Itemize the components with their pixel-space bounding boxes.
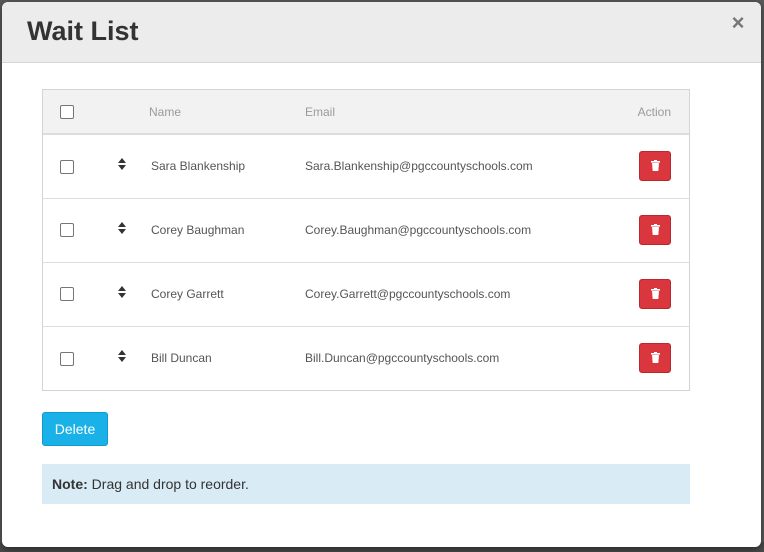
row-name: Corey Garrett: [151, 287, 224, 301]
row-checkbox[interactable]: [60, 223, 74, 238]
wait-list-dialog: Wait List × Name Email Action Sara Blank…: [2, 2, 761, 547]
table-row[interactable]: Corey Baughman Corey.Baughman@pgccountys…: [43, 198, 689, 262]
email-column-header: Email: [305, 104, 336, 119]
table-row[interactable]: Sara Blankenship Sara.Blankenship@pgccou…: [43, 134, 689, 198]
row-email: Corey.Garrett@pgccountyschools.com: [305, 287, 511, 301]
trash-icon: [651, 288, 660, 299]
row-email: Corey.Baughman@pgccountyschools.com: [305, 223, 532, 237]
wait-list-table: Name Email Action Sara Blankenship Sara.…: [42, 89, 690, 391]
trash-icon: [651, 352, 660, 364]
row-name: Bill Duncan: [151, 351, 212, 366]
note-label: Note:: [52, 476, 88, 492]
row-checkbox[interactable]: [60, 159, 74, 174]
drag-handle-icon[interactable]: [117, 350, 127, 363]
row-name: Corey Baughman: [151, 223, 245, 237]
drag-handle-icon[interactable]: [117, 285, 127, 298]
delete-row-button[interactable]: [639, 343, 671, 374]
delete-row-button[interactable]: [639, 279, 671, 309]
select-all-checkbox[interactable]: [60, 104, 74, 119]
row-checkbox[interactable]: [60, 287, 74, 302]
table-header-row: Name Email Action: [43, 90, 689, 134]
action-column-header: Action: [637, 104, 671, 119]
close-icon[interactable]: ×: [729, 12, 747, 34]
delete-row-button[interactable]: [639, 215, 671, 245]
trash-icon: [651, 160, 660, 172]
delete-button[interactable]: Delete: [42, 412, 108, 446]
row-checkbox[interactable]: [60, 351, 74, 366]
row-email: Sara.Blankenship@pgccountyschools.com: [305, 159, 533, 174]
note-box: Note: Drag and drop to reorder.: [42, 464, 690, 504]
table-row[interactable]: Corey Garrett Corey.Garrett@pgccountysch…: [43, 262, 689, 326]
dialog-title: Wait List: [27, 16, 139, 46]
drag-handle-icon[interactable]: [117, 158, 127, 171]
table-row[interactable]: Bill Duncan Bill.Duncan@pgccountyschools…: [43, 326, 689, 390]
row-email: Bill.Duncan@pgccountyschools.com: [305, 351, 500, 366]
dialog-header: Wait List ×: [2, 2, 761, 63]
drag-handle-icon[interactable]: [117, 221, 127, 234]
name-column-header: Name: [149, 104, 182, 119]
note-text: Drag and drop to reorder.: [87, 476, 249, 492]
delete-row-button[interactable]: [639, 151, 671, 182]
row-name: Sara Blankenship: [151, 159, 246, 174]
trash-icon: [651, 224, 660, 235]
